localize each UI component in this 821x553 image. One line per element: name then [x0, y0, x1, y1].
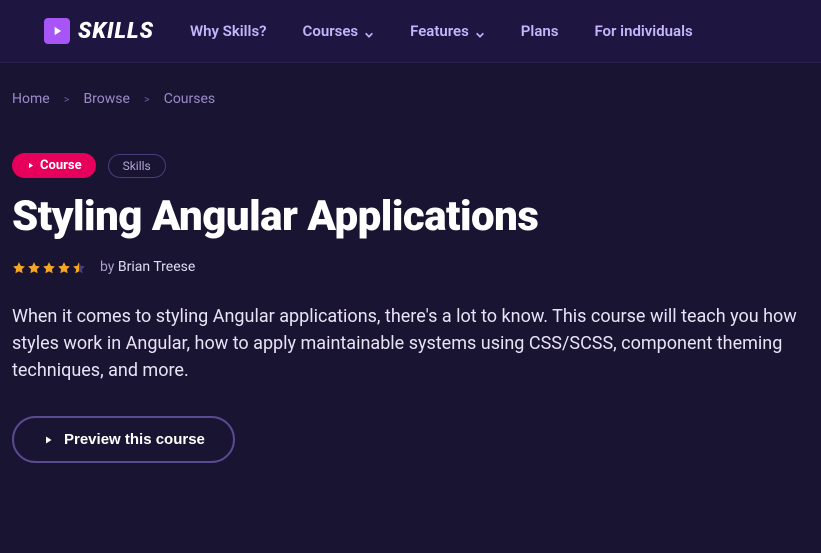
nav-why-skills[interactable]: Why Skills?: [190, 22, 267, 40]
tags: Course Skills: [12, 153, 809, 178]
chevron-down-icon: [475, 26, 485, 36]
play-icon: [26, 161, 35, 170]
rating-stars: [12, 260, 86, 274]
tag-course[interactable]: Course: [12, 153, 96, 178]
logo[interactable]: SKILLS: [44, 18, 154, 44]
chevron-right-icon: >: [64, 93, 70, 106]
star-icon: [42, 260, 56, 274]
tag-skills[interactable]: Skills: [108, 154, 166, 178]
brand-text: SKILLS: [78, 19, 154, 44]
chevron-down-icon: [364, 26, 374, 36]
star-half-icon: [72, 260, 86, 274]
nav-features[interactable]: Features: [410, 22, 485, 40]
nav-plans[interactable]: Plans: [521, 22, 559, 40]
breadcrumb-home[interactable]: Home: [12, 91, 50, 107]
content: Home > Browse > Courses Course Skills St…: [0, 63, 821, 463]
nav-links: Why Skills? Courses Features Plans For i…: [190, 22, 693, 40]
course-meta: by Brian Treese: [12, 259, 809, 275]
chevron-right-icon: >: [144, 93, 150, 106]
star-icon: [12, 260, 26, 274]
breadcrumb-browse[interactable]: Browse: [83, 91, 129, 107]
preview-button[interactable]: Preview this course: [12, 416, 235, 463]
star-icon: [27, 260, 41, 274]
breadcrumb: Home > Browse > Courses: [12, 91, 809, 107]
course-author[interactable]: by Brian Treese: [100, 259, 195, 275]
navbar: SKILLS Why Skills? Courses Features Plan…: [0, 0, 821, 63]
nav-individuals[interactable]: For individuals: [594, 22, 692, 40]
star-icon: [57, 260, 71, 274]
page-title: Styling Angular Applications: [12, 192, 809, 241]
play-logo-icon: [44, 18, 70, 44]
nav-courses[interactable]: Courses: [303, 22, 375, 40]
breadcrumb-courses[interactable]: Courses: [164, 91, 215, 107]
course-description: When it comes to styling Angular applica…: [12, 303, 802, 384]
play-icon: [42, 434, 54, 446]
